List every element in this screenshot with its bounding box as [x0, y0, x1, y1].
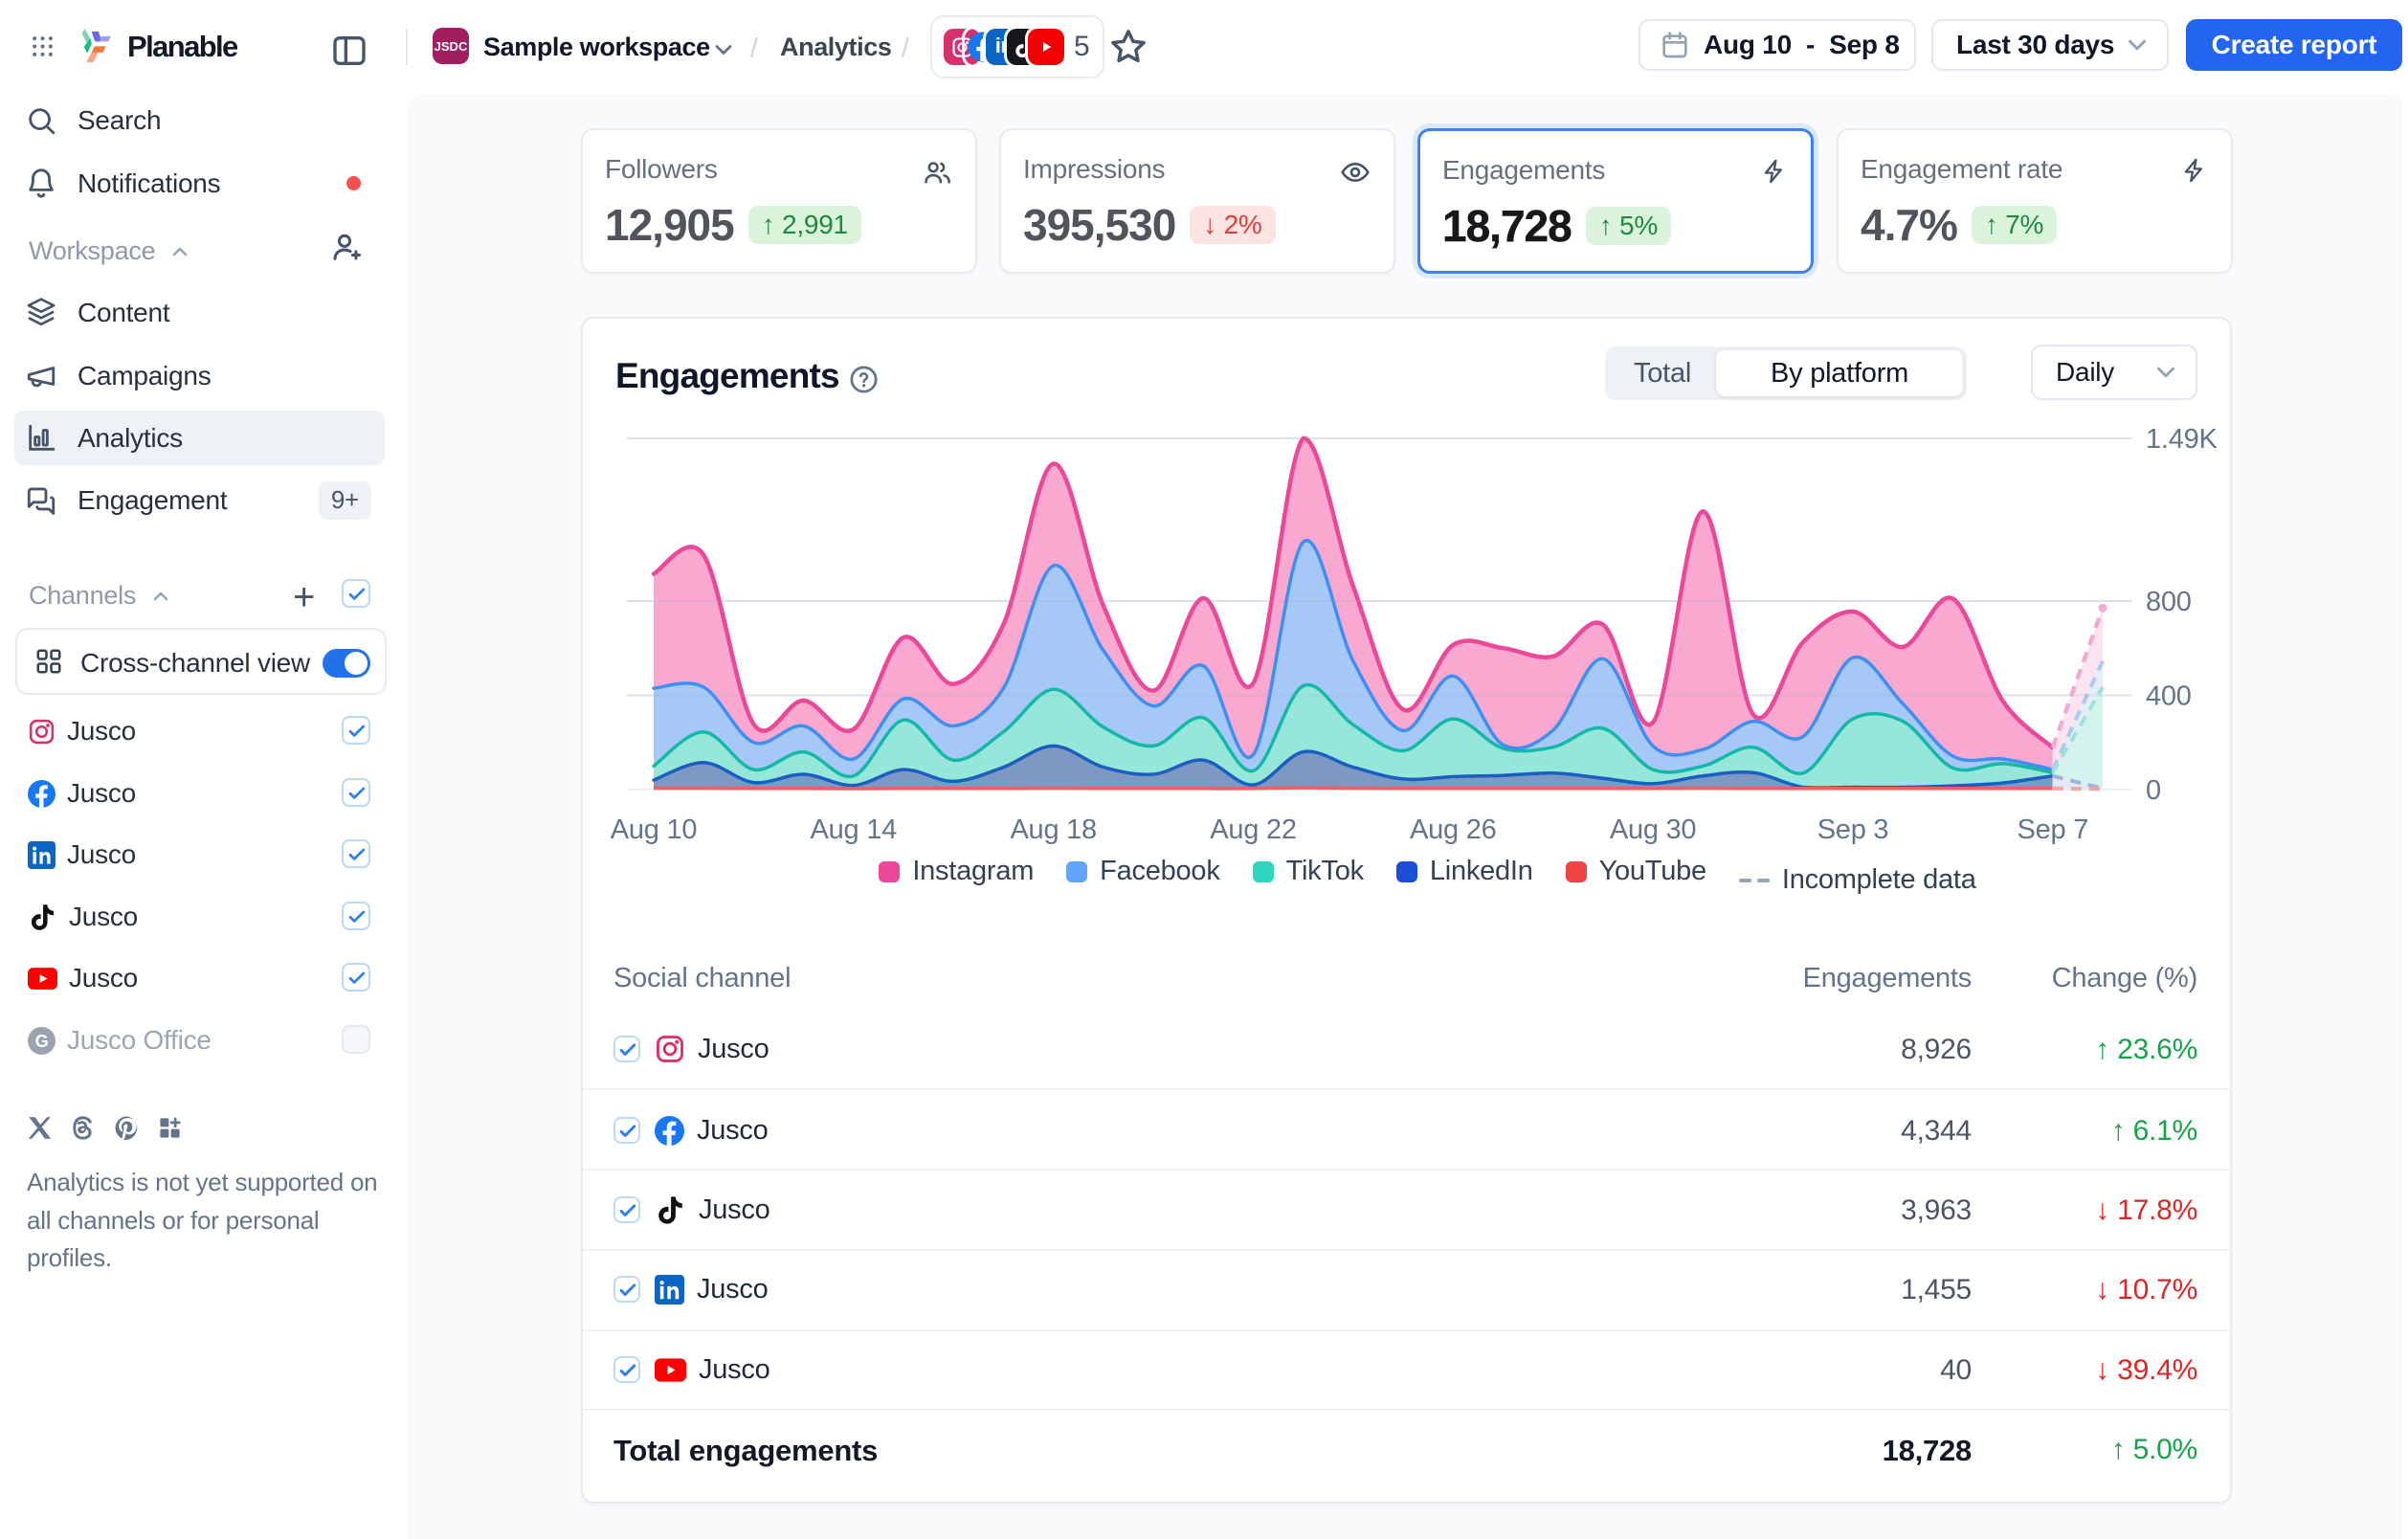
svg-text:Aug 18: Aug 18: [1010, 814, 1096, 845]
svg-text:800: 800: [2146, 587, 2192, 617]
svg-text:Aug 10: Aug 10: [611, 814, 697, 845]
svg-text:Sep 3: Sep 3: [1817, 814, 1889, 845]
svg-text:Sep 7: Sep 7: [2018, 814, 2089, 845]
svg-text:Aug 22: Aug 22: [1210, 814, 1296, 845]
svg-text:0: 0: [2146, 775, 2161, 806]
svg-text:1.49K: 1.49K: [2146, 424, 2218, 455]
svg-text:Aug 30: Aug 30: [1610, 814, 1696, 845]
svg-text:G: G: [35, 1031, 49, 1050]
svg-text:Aug 14: Aug 14: [811, 814, 898, 845]
svg-text:400: 400: [2146, 681, 2192, 712]
svg-text:Aug 26: Aug 26: [1410, 814, 1496, 845]
